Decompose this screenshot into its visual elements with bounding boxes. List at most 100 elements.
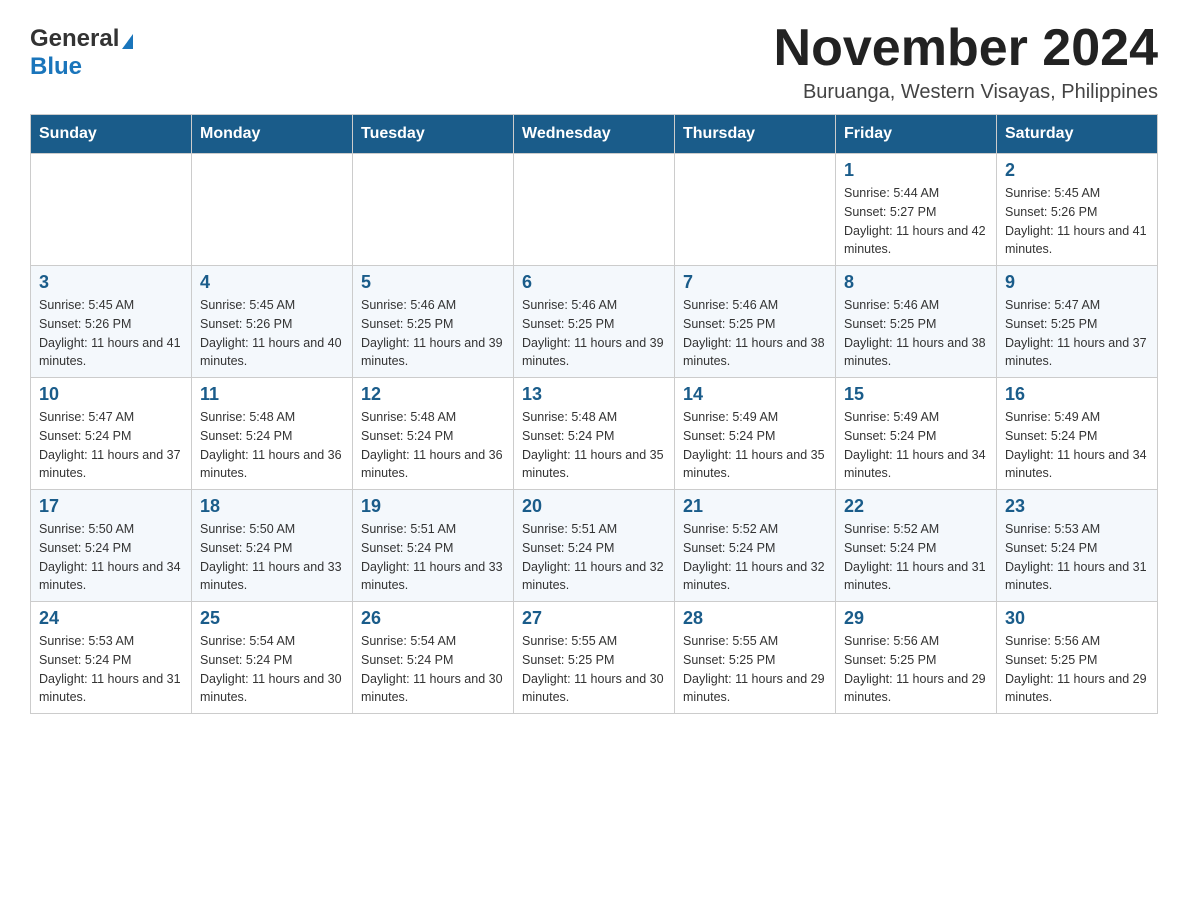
day-number: 4 (200, 272, 344, 293)
calendar-cell: 22Sunrise: 5:52 AMSunset: 5:24 PMDayligh… (836, 490, 997, 602)
day-number: 20 (522, 496, 666, 517)
calendar-cell: 18 Sunrise: 5:50 AMSunset: 5:24 PMDayligh… (192, 490, 353, 602)
calendar-cell: 9 Sunrise: 5:47 AMSunset: 5:25 PMDaylight… (997, 266, 1158, 378)
day-info: Sunrise: 5:49 AMSunset: 5:24 PMDaylight:… (1005, 408, 1149, 483)
day-info: Sunrise: 5:51 AMSunset: 5:24 PMDaylight:… (522, 520, 666, 595)
calendar-cell: 14 Sunrise: 5:49 AMSunset: 5:24 PMDayligh… (675, 378, 836, 490)
calendar-cell: 11 Sunrise: 5:48 AMSunset: 5:24 PMDayligh… (192, 378, 353, 490)
day-number: 8 (844, 272, 988, 293)
day-info: Sunrise: 5:45 AMSunset: 5:26 PMDaylight:… (39, 296, 183, 371)
day-info: Sunrise: 5:45 AMSunset: 5:26 PMDaylight:… (1005, 184, 1149, 259)
weekday-header-saturday: Saturday (997, 115, 1158, 154)
calendar-cell: 13 Sunrise: 5:48 AMSunset: 5:24 PMDayligh… (514, 378, 675, 490)
day-number: 9 (1005, 272, 1149, 293)
day-info: Sunrise: 5:47 AMSunset: 5:24 PMDaylight:… (39, 408, 183, 483)
day-info: Sunrise: 5:50 AMSunset: 5:24 PMDaylight:… (39, 520, 183, 595)
logo: General Blue (30, 20, 133, 81)
calendar-cell (353, 154, 514, 266)
day-number: 12 (361, 384, 505, 405)
day-info: Sunrise: 5:46 AMSunset: 5:25 PMDaylight:… (844, 296, 988, 371)
logo-general-text: General (30, 25, 119, 52)
calendar-cell: 21 Sunrise: 5:52 AMSunset: 5:24 PMDayligh… (675, 490, 836, 602)
day-number: 15 (844, 384, 988, 405)
day-info: Sunrise: 5:49 AMSunset: 5:24 PMDaylight:… (844, 408, 988, 483)
day-info: Sunrise: 5:56 AMSunset: 5:25 PMDaylight:… (844, 632, 988, 707)
calendar-cell: 17 Sunrise: 5:50 AMSunset: 5:24 PMDayligh… (31, 490, 192, 602)
day-info: Sunrise: 5:48 AMSunset: 5:24 PMDaylight:… (200, 408, 344, 483)
calendar-cell: 3 Sunrise: 5:45 AMSunset: 5:26 PMDaylight… (31, 266, 192, 378)
day-info: Sunrise: 5:50 AMSunset: 5:24 PMDaylight:… (200, 520, 344, 595)
day-number: 6 (522, 272, 666, 293)
calendar-cell: 1Sunrise: 5:44 AMSunset: 5:27 PMDaylight… (836, 154, 997, 266)
logo-general-row: General (30, 25, 133, 53)
weekday-header-thursday: Thursday (675, 115, 836, 154)
day-number: 5 (361, 272, 505, 293)
calendar-cell: 16 Sunrise: 5:49 AMSunset: 5:24 PMDayligh… (997, 378, 1158, 490)
day-number: 26 (361, 608, 505, 629)
calendar-cell (514, 154, 675, 266)
day-number: 11 (200, 384, 344, 405)
calendar-cell: 10Sunrise: 5:47 AMSunset: 5:24 PMDayligh… (31, 378, 192, 490)
calendar-cell: 20 Sunrise: 5:51 AMSunset: 5:24 PMDayligh… (514, 490, 675, 602)
calendar-cell: 30 Sunrise: 5:56 AMSunset: 5:25 PMDayligh… (997, 602, 1158, 714)
page-header: General Blue November 2024 Buruanga, Wes… (30, 20, 1158, 104)
day-number: 22 (844, 496, 988, 517)
day-info: Sunrise: 5:44 AMSunset: 5:27 PMDaylight:… (844, 184, 988, 259)
title-area: November 2024 Buruanga, Western Visayas,… (774, 20, 1158, 104)
day-info: Sunrise: 5:48 AMSunset: 5:24 PMDaylight:… (522, 408, 666, 483)
weekday-header-friday: Friday (836, 115, 997, 154)
calendar-cell: 2Sunrise: 5:45 AMSunset: 5:26 PMDaylight… (997, 154, 1158, 266)
calendar-cell: 4 Sunrise: 5:45 AMSunset: 5:26 PMDaylight… (192, 266, 353, 378)
calendar-cell: 8 Sunrise: 5:46 AMSunset: 5:25 PMDaylight… (836, 266, 997, 378)
day-info: Sunrise: 5:49 AMSunset: 5:24 PMDaylight:… (683, 408, 827, 483)
weekday-header-tuesday: Tuesday (353, 115, 514, 154)
weekday-header-row: SundayMondayTuesdayWednesdayThursdayFrid… (31, 115, 1158, 154)
day-number: 27 (522, 608, 666, 629)
calendar-week-row: 17 Sunrise: 5:50 AMSunset: 5:24 PMDayligh… (31, 490, 1158, 602)
day-number: 25 (200, 608, 344, 629)
calendar-cell: 29 Sunrise: 5:56 AMSunset: 5:25 PMDayligh… (836, 602, 997, 714)
day-number: 19 (361, 496, 505, 517)
calendar-cell: 6Sunrise: 5:46 AMSunset: 5:25 PMDaylight… (514, 266, 675, 378)
calendar-cell: 24 Sunrise: 5:53 AMSunset: 5:24 PMDayligh… (31, 602, 192, 714)
month-title: November 2024 (774, 20, 1158, 77)
day-number: 30 (1005, 608, 1149, 629)
weekday-header-sunday: Sunday (31, 115, 192, 154)
day-number: 18 (200, 496, 344, 517)
logo-triangle-icon (122, 34, 133, 49)
location-title: Buruanga, Western Visayas, Philippines (774, 81, 1158, 104)
calendar-cell: 15 Sunrise: 5:49 AMSunset: 5:24 PMDayligh… (836, 378, 997, 490)
day-number: 3 (39, 272, 183, 293)
calendar-cell: 12 Sunrise: 5:48 AMSunset: 5:24 PMDayligh… (353, 378, 514, 490)
calendar-week-row: 24 Sunrise: 5:53 AMSunset: 5:24 PMDayligh… (31, 602, 1158, 714)
day-info: Sunrise: 5:54 AMSunset: 5:24 PMDaylight:… (200, 632, 344, 707)
day-info: Sunrise: 5:55 AMSunset: 5:25 PMDaylight:… (522, 632, 666, 707)
day-number: 24 (39, 608, 183, 629)
day-info: Sunrise: 5:52 AMSunset: 5:24 PMDaylight:… (683, 520, 827, 595)
weekday-header-wednesday: Wednesday (514, 115, 675, 154)
day-number: 16 (1005, 384, 1149, 405)
day-info: Sunrise: 5:46 AMSunset: 5:25 PMDaylight:… (683, 296, 827, 371)
day-number: 17 (39, 496, 183, 517)
day-info: Sunrise: 5:45 AMSunset: 5:26 PMDaylight:… (200, 296, 344, 371)
day-number: 21 (683, 496, 827, 517)
day-info: Sunrise: 5:48 AMSunset: 5:24 PMDaylight:… (361, 408, 505, 483)
calendar-cell: 25 Sunrise: 5:54 AMSunset: 5:24 PMDayligh… (192, 602, 353, 714)
logo-blue-text: Blue (30, 53, 82, 80)
calendar-cell: 5 Sunrise: 5:46 AMSunset: 5:25 PMDaylight… (353, 266, 514, 378)
day-number: 23 (1005, 496, 1149, 517)
day-info: Sunrise: 5:51 AMSunset: 5:24 PMDaylight:… (361, 520, 505, 595)
calendar-cell: 23Sunrise: 5:53 AMSunset: 5:24 PMDayligh… (997, 490, 1158, 602)
calendar-week-row: 1Sunrise: 5:44 AMSunset: 5:27 PMDaylight… (31, 154, 1158, 266)
day-number: 29 (844, 608, 988, 629)
calendar-week-row: 3 Sunrise: 5:45 AMSunset: 5:26 PMDaylight… (31, 266, 1158, 378)
calendar-cell (675, 154, 836, 266)
day-number: 13 (522, 384, 666, 405)
calendar-cell: 28Sunrise: 5:55 AMSunset: 5:25 PMDayligh… (675, 602, 836, 714)
day-info: Sunrise: 5:56 AMSunset: 5:25 PMDaylight:… (1005, 632, 1149, 707)
day-info: Sunrise: 5:47 AMSunset: 5:25 PMDaylight:… (1005, 296, 1149, 371)
day-info: Sunrise: 5:46 AMSunset: 5:25 PMDaylight:… (361, 296, 505, 371)
calendar-cell: 19 Sunrise: 5:51 AMSunset: 5:24 PMDayligh… (353, 490, 514, 602)
day-number: 14 (683, 384, 827, 405)
day-info: Sunrise: 5:53 AMSunset: 5:24 PMDaylight:… (39, 632, 183, 707)
